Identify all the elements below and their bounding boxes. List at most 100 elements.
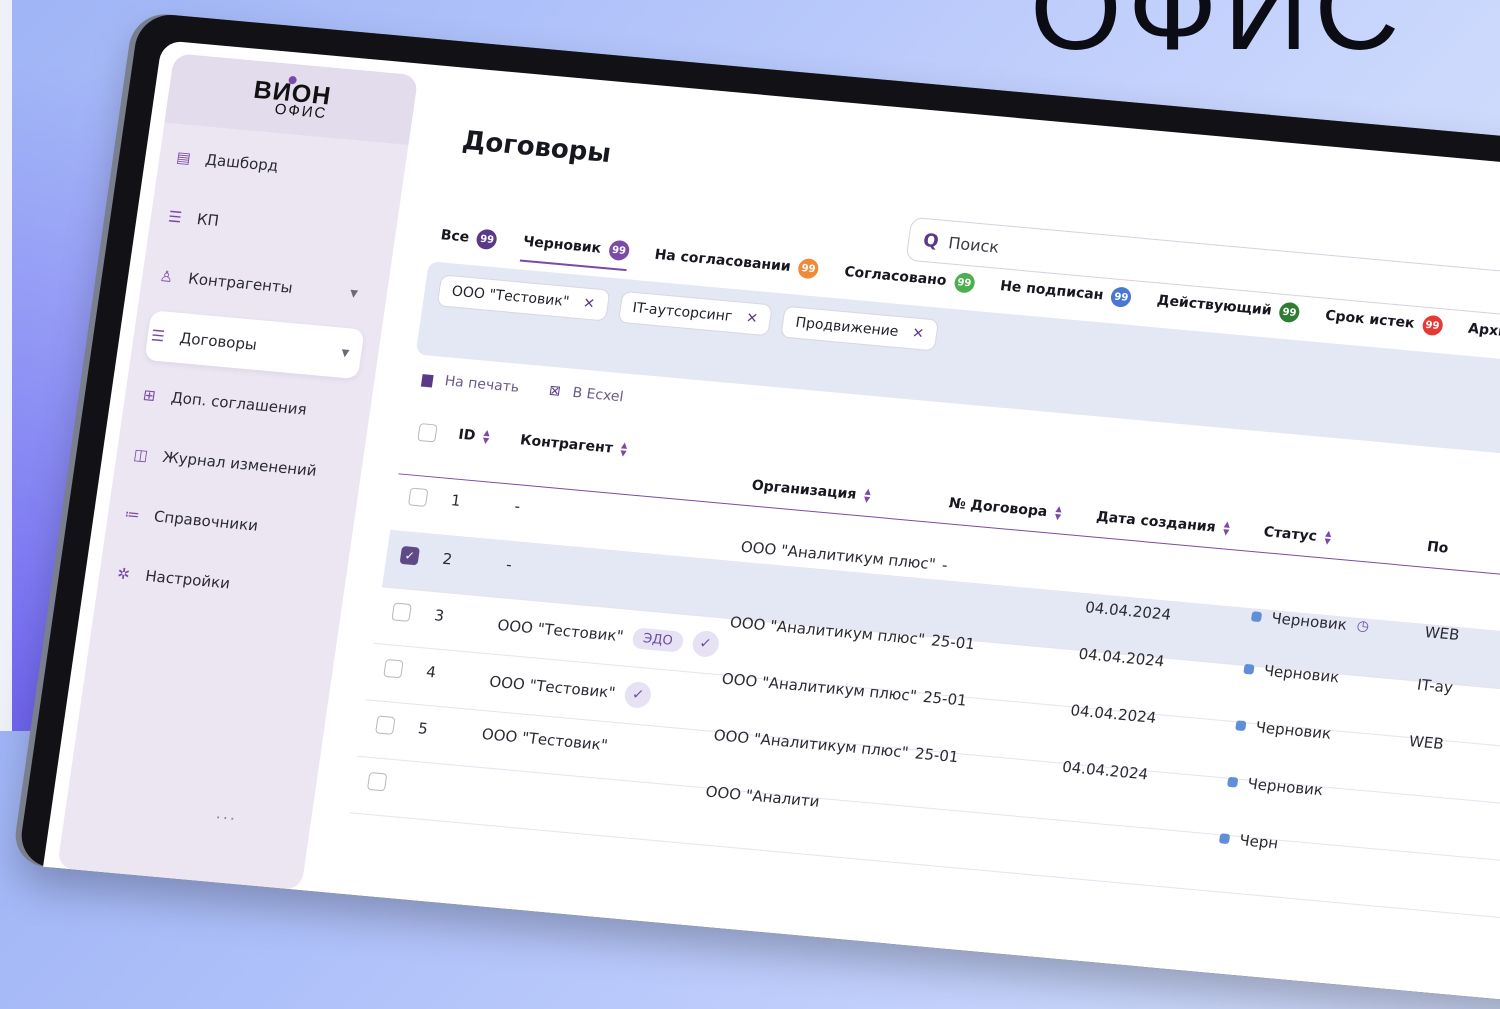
row-sub: WEB [1407,732,1445,754]
tab-expired[interactable]: Срок истек 99 [1323,306,1444,344]
select-all-checkbox[interactable] [417,423,438,443]
row-number: 25-01 [913,744,960,767]
print-button[interactable]: ▆ На печать [421,371,520,396]
excel-icon: ⊠ [547,382,562,400]
row-contractor: - [513,497,522,516]
sidebar-item-kp[interactable]: ☰ КП [161,191,381,260]
sidebar-item-label: Контрагенты [187,269,294,297]
check-icon[interactable]: ✓ [399,545,420,566]
close-icon[interactable]: ✕ [745,310,759,327]
tab-draft[interactable]: Черновик 99 [520,231,631,272]
gear-icon: ✲ [116,564,132,584]
sidebar-item-directories[interactable]: ≔ Справочники [119,489,339,558]
status-dot [1250,611,1263,623]
sidebar-item-change-log[interactable]: ◫ Журнал изменений [127,429,347,498]
logo[interactable]: ВИОН ОФИС [250,76,333,123]
sidebar-item-settings[interactable]: ✲ Настройки [110,548,330,617]
tab-not-signed[interactable]: Не подписан 99 [998,276,1133,316]
header-number[interactable]: № Договора ▲ ▼ [948,495,1063,521]
close-icon[interactable]: ✕ [911,325,925,342]
row-id: 1 [449,491,462,510]
more-icon[interactable]: ... [215,803,239,824]
laptop-device: ВИОН ОФИС ▤ Дашборд ☰ КП ♙ Контрагенты ▼… [17,12,1500,1009]
toolbar: ▆ На печать ⊠ В Ecxel [421,371,625,405]
row-number: 25-01 [921,687,968,710]
header-status[interactable]: Статус ▲ ▼ [1263,524,1333,546]
chevron-down-icon[interactable]: ▼ [349,288,358,300]
list-icon: ☰ [149,326,166,346]
sort-icon[interactable]: ▲ ▼ [1222,519,1231,536]
sidebar-item-label: КП [195,210,221,230]
close-icon[interactable]: ✕ [582,295,596,312]
printer-icon: ▆ [420,371,434,388]
row-checkbox[interactable] [366,771,388,792]
filter-chip[interactable]: IT-аутсорсинг ✕ [617,290,773,337]
row-sub: WEB [1423,623,1461,645]
sidebar-item-contracts[interactable]: ☰ Договоры ▼ [144,310,365,380]
search-icon: Q [921,229,941,252]
tab-archive[interactable]: Архив [1466,321,1500,349]
count-badge: 99 [952,272,976,294]
clock-icon[interactable]: ◷ [1356,618,1370,635]
filter-chip[interactable]: Продвижение ✕ [780,305,940,352]
header-date[interactable]: Дата создания ▲ ▼ [1095,509,1231,537]
edge-strip [0,0,12,731]
person-icon: ♙ [158,266,175,287]
edo-tag[interactable]: ЭДО [631,626,685,653]
row-contractor: ООО "Тестовик" [480,725,609,755]
header-contractor[interactable]: Контрагент ▲ ▼ [519,432,628,458]
status-dot [1226,776,1239,788]
filter-chip[interactable]: ООО "Тестовик" ✕ [436,274,611,322]
tab-active[interactable]: Действующий 99 [1155,290,1301,331]
count-badge: 99 [1278,301,1301,324]
count-badge: 99 [797,257,820,280]
row-id: 3 [433,606,446,625]
sort-icon[interactable]: ▲ ▼ [863,487,872,504]
status-dot [1218,833,1231,845]
tab-on-approval[interactable]: На согласовании 99 [652,245,820,288]
sidebar-item-additional-agreements[interactable]: ⊞ Доп. соглашения [136,370,356,439]
main-content: Договоры Q Поиск Все 99 Черновик 99 На с… [332,66,1500,1009]
row-sub: IT-ау [1415,675,1455,697]
dashboard-icon: ▤ [175,147,192,168]
tab-approved[interactable]: Согласовано 99 [842,262,976,302]
sidebar-item-label: Справочники [152,507,260,535]
row-date: 04.04.2024 [1084,598,1173,624]
row-number: 25-01 [929,631,976,654]
count-badge: 99 [475,228,499,251]
app-screen: ВИОН ОФИС ▤ Дашборд ☰ КП ♙ Контрагенты ▼… [43,40,1500,1009]
check-icon[interactable]: ✓ [623,680,653,710]
excel-button[interactable]: ⊠ В Ecxel [548,383,625,406]
row-checkbox[interactable] [375,715,396,735]
sort-icon[interactable]: ▲ ▼ [620,440,629,457]
row-checkbox[interactable]: ✓ [399,545,420,566]
plus-doc-icon: ⊞ [141,385,157,405]
row-contractor: ООО "Тестовик" ✓ [488,669,653,710]
header-sub[interactable]: По [1426,539,1450,557]
sort-icon[interactable]: ▲ ▼ [482,428,491,445]
header-id[interactable]: ID ▲ ▼ [457,427,490,446]
tab-all[interactable]: Все 99 [438,225,499,258]
count-badge: 99 [607,239,631,262]
row-checkbox[interactable] [383,658,404,679]
row-contractor: ООО "Тестовик" ЭДО ✓ [496,612,721,658]
brand-heading: ОФИС [1030,0,1406,75]
row-checkbox[interactable] [391,602,412,622]
page-title: Договоры [460,125,613,170]
row-checkbox[interactable] [407,487,429,507]
sidebar-item-dashboard[interactable]: ▤ Дашборд [170,132,390,201]
sidebar-item-contractors[interactable]: ♙ Контрагенты ▼ [153,251,373,320]
list-icon: ☰ [167,207,184,227]
sidebar-item-label: Дашборд [204,150,280,176]
bullets-icon: ≔ [123,504,141,524]
search-placeholder: Поиск [947,232,1001,257]
count-badge: 99 [1421,314,1444,337]
sort-icon[interactable]: ▲ ▼ [1054,504,1063,521]
sort-icon[interactable]: ▲ ▼ [1324,529,1333,546]
check-icon[interactable]: ✓ [690,629,721,658]
logo-line2: ОФИС [273,100,329,123]
status-dot [1243,663,1255,675]
header-organization[interactable]: Организация ▲ ▼ [751,477,872,504]
sidebar-item-label: Доп. соглашения [169,388,308,419]
chevron-down-icon[interactable]: ▼ [341,347,350,359]
